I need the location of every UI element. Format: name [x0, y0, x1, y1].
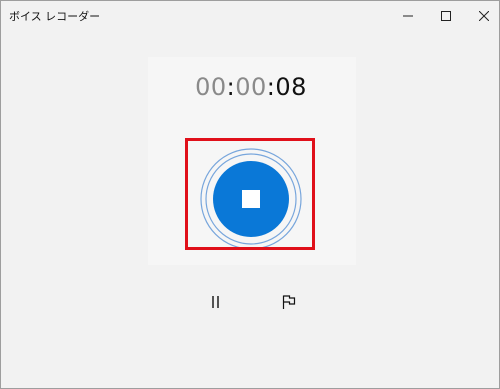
minimize-icon — [403, 15, 413, 17]
flag-icon — [282, 295, 296, 309]
timer-separator: : — [226, 73, 236, 101]
highlight-box — [185, 138, 315, 250]
timer-minutes: 00 — [235, 73, 267, 101]
timer-seconds: 08 — [275, 73, 307, 101]
close-icon — [479, 11, 489, 21]
close-button[interactable] — [461, 1, 500, 31]
elapsed-time: 00:00:08 — [1, 73, 500, 101]
app-window: ボイス レコーダー 00:00:08 — [0, 0, 500, 389]
recording-controls — [1, 290, 500, 314]
add-marker-button[interactable] — [277, 290, 301, 314]
maximize-icon — [441, 11, 451, 21]
timer-hours: 00 — [195, 73, 227, 101]
title-bar[interactable]: ボイス レコーダー — [1, 1, 499, 31]
pause-button[interactable] — [204, 290, 228, 314]
window-title: ボイス レコーダー — [9, 10, 101, 23]
pause-icon — [212, 296, 219, 308]
